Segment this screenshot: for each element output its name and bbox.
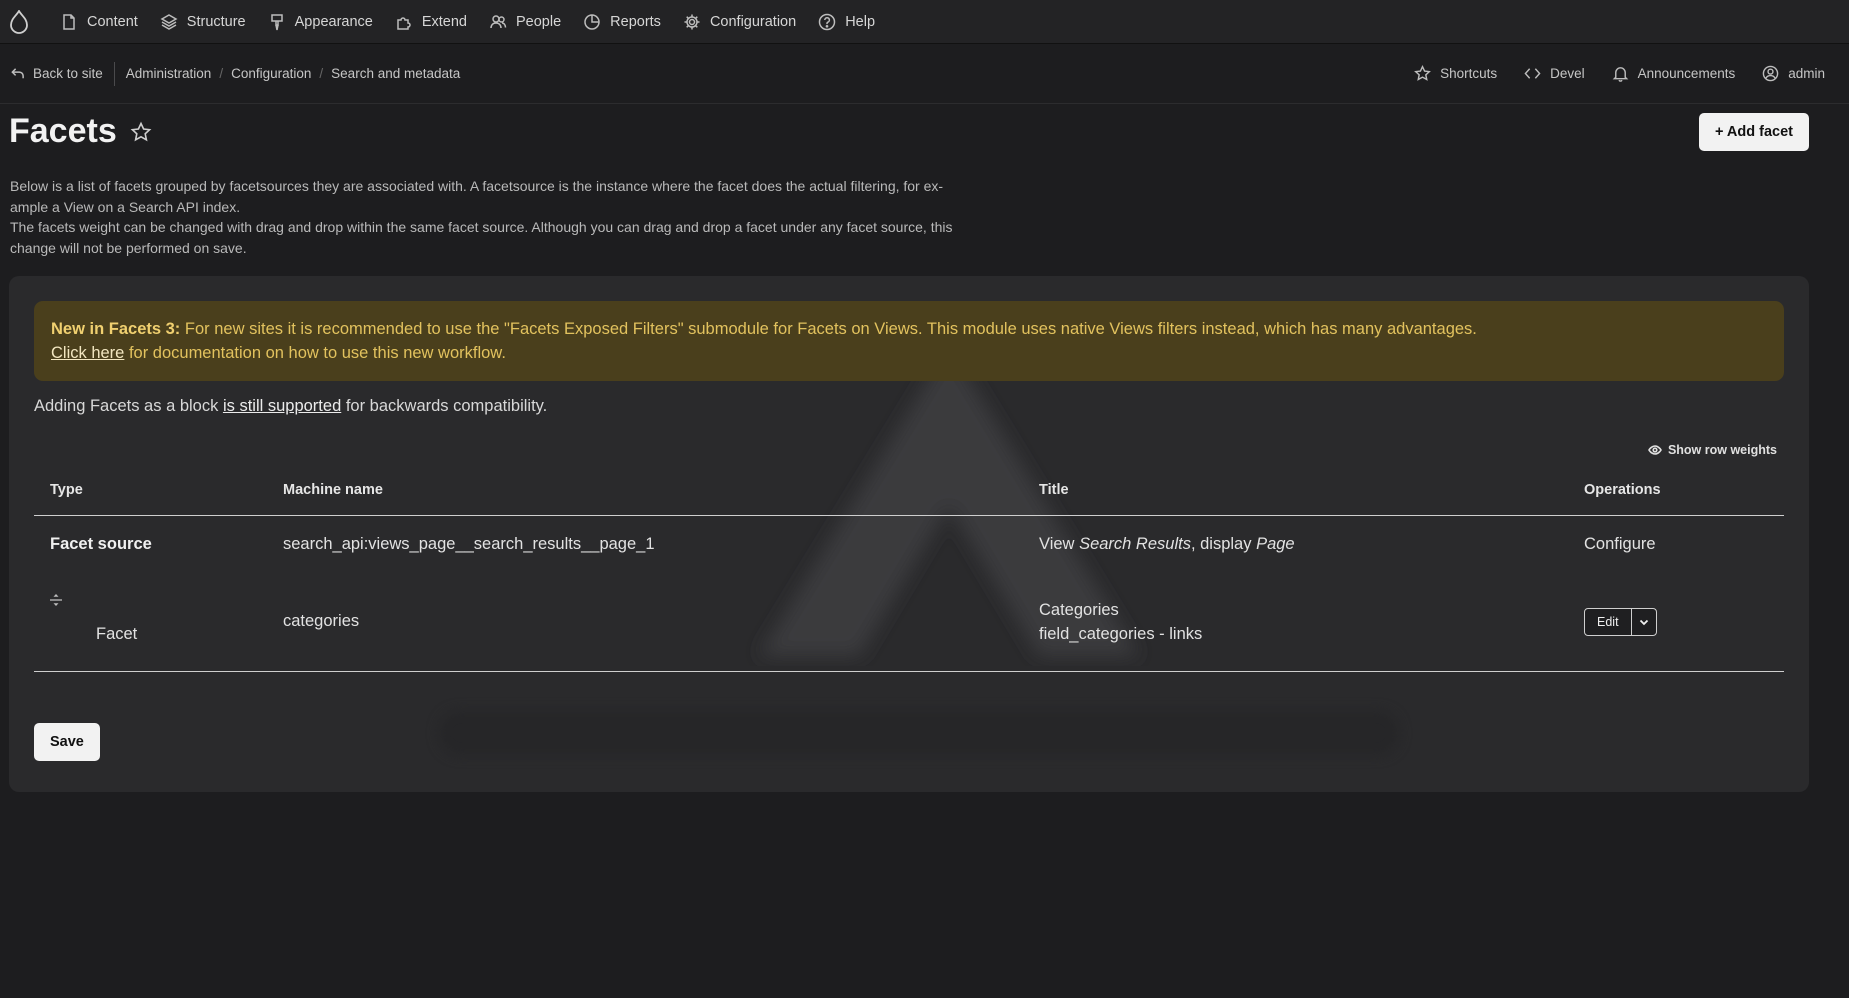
back-arrow-icon — [11, 68, 24, 79]
page-description: Below is a list of facets grouped by fac… — [0, 176, 1020, 258]
toolbar-label: Configuration — [709, 13, 797, 30]
facets-table: Type Machine name Title Operations Facet… — [34, 464, 1784, 672]
compat-link[interactable]: is still supported — [223, 397, 341, 415]
show-row-weights-button[interactable]: Show row weights — [1648, 443, 1777, 457]
announcements-label: Announcements — [1637, 66, 1736, 81]
source-title: View Search Results, display Page — [1039, 535, 1584, 554]
source-display-name: Page — [1256, 534, 1295, 553]
toolbar-item-help[interactable]: Help — [818, 13, 875, 31]
shortcuts-link[interactable]: Shortcuts — [1414, 65, 1497, 82]
toolbar-label: Extend — [421, 13, 467, 30]
breadcrumb-separator: / — [219, 66, 224, 81]
toolbar-item-structure[interactable]: Structure — [160, 13, 246, 31]
toolbar-label: People — [516, 13, 562, 30]
toolbar-item-appearance[interactable]: Appearance — [268, 13, 373, 31]
add-facet-button[interactable]: + Add facet — [1698, 113, 1809, 151]
breadcrumb-search-and-metadata[interactable]: Search and metadata — [331, 66, 460, 81]
admin-toolbar: Content Structure Appearance Extend Peop… — [0, 0, 1849, 44]
dropbutton-toggle[interactable] — [1632, 609, 1656, 635]
toolbar-label: Appearance — [294, 13, 373, 30]
announcements-link[interactable]: Announcements — [1612, 65, 1736, 82]
header-title: Title — [1039, 481, 1069, 498]
reports-icon — [584, 13, 600, 30]
page-title-wrap: Facets — [9, 112, 152, 151]
facet-type: Facet — [96, 625, 138, 643]
appearance-icon — [270, 13, 283, 30]
notice-text: For new sites it is recommended to use t… — [180, 320, 1477, 338]
facet-field: field_categories - links — [1039, 624, 1203, 643]
description-line: Below is a list of facets grouped by fac… — [10, 178, 944, 194]
facets-3-notice: New in Facets 3: For new sites it is rec… — [34, 301, 1784, 381]
user-menu[interactable]: admin — [1762, 65, 1825, 82]
facet-machine-name: categories — [283, 612, 360, 630]
page-header: Facets + Add facet — [0, 104, 1849, 176]
toolbar-label: Structure — [186, 13, 246, 30]
facet-operations: Edit — [1584, 607, 1784, 636]
structure-icon — [160, 13, 178, 30]
shortcuts-label: Shortcuts — [1440, 66, 1498, 81]
source-view-name: Search Results — [1079, 534, 1191, 553]
devel-label: Devel — [1550, 66, 1585, 81]
header-machine-name: Machine name — [283, 481, 383, 498]
toolbar-item-configuration[interactable]: Configuration — [683, 13, 796, 31]
facet-row: Facet categories Categories field_catego… — [34, 572, 1784, 672]
header-operations: Operations — [1584, 481, 1661, 498]
toolbar-label: Content — [87, 13, 138, 30]
source-title-prefix: View — [1039, 534, 1080, 553]
header-type: Type — [50, 481, 83, 498]
description-line: change will not be performed on save. — [10, 239, 247, 256]
devel-link[interactable]: Devel — [1524, 65, 1585, 82]
toolbar-item-reports[interactable]: Reports — [583, 13, 661, 31]
row-weights-label: Show row weights — [1667, 443, 1777, 457]
chevron-down-icon — [1639, 619, 1648, 625]
operations-dropbutton: Edit — [1584, 607, 1657, 636]
edit-button[interactable]: Edit — [1585, 608, 1632, 635]
extend-icon — [397, 16, 411, 30]
star-icon — [1414, 65, 1432, 81]
configure-link[interactable]: Configure — [1584, 535, 1784, 554]
back-to-site-link[interactable]: Back to site — [10, 61, 115, 86]
content-icon — [63, 13, 75, 30]
user-icon — [1762, 65, 1779, 82]
user-label: admin — [1788, 66, 1825, 81]
facet-source-row: Facet source search_api:views_page__sear… — [34, 516, 1784, 572]
toolbar-item-extend[interactable]: Extend — [395, 13, 467, 31]
eye-icon — [1648, 445, 1662, 455]
source-type: Facet source — [50, 534, 152, 553]
compat-after: for backwards compatibility. — [341, 397, 548, 415]
notice-link-rest: for documentation on how to use this new… — [124, 344, 506, 362]
description-line: The facets weight can be changed with dr… — [10, 219, 953, 235]
help-icon — [818, 13, 836, 30]
facets-panel: New in Facets 3: For new sites it is rec… — [9, 276, 1809, 792]
back-label: Back to site — [33, 66, 103, 81]
drag-handle-icon[interactable] — [49, 593, 63, 607]
drupal-logo-icon[interactable] — [0, 0, 38, 44]
breadcrumb-administration[interactable]: Administration — [126, 66, 212, 81]
breadcrumb-separator: / — [319, 66, 324, 81]
watermark-text — [439, 711, 1399, 755]
source-title-mid: , display — [1190, 534, 1257, 553]
bell-icon — [1612, 67, 1628, 82]
facet-title-cell: Categories field_categories - links — [1039, 598, 1584, 646]
secondary-toolbar: Back to site Administration / Configurat… — [0, 44, 1849, 104]
toolbar-item-people[interactable]: People — [489, 13, 561, 31]
toolbar-item-content[interactable]: Content — [60, 13, 138, 31]
save-button[interactable]: Save — [34, 723, 100, 761]
page-title: Facets — [9, 112, 117, 150]
favorite-star-icon[interactable] — [130, 121, 152, 143]
configuration-icon — [684, 14, 700, 29]
facet-title: Categories — [1039, 600, 1119, 619]
people-icon — [490, 14, 507, 28]
notice-heading: New in Facets 3: — [51, 320, 181, 338]
source-machine-name: search_api:views_page__search_results__p… — [283, 534, 655, 553]
compat-before: Adding Facets as a block — [34, 397, 223, 415]
notice-docs-link[interactable]: Click here — [51, 344, 124, 362]
table-header: Type Machine name Title Operations — [34, 464, 1784, 516]
compat-note: Adding Facets as a block is still suppor… — [34, 397, 547, 416]
toolbar-label: Help — [845, 13, 876, 30]
description-line: ample a View on a Search API index. — [10, 198, 241, 215]
toolbar-label: Reports — [610, 13, 661, 30]
breadcrumb-configuration[interactable]: Configuration — [231, 66, 311, 81]
code-icon — [1524, 68, 1541, 79]
